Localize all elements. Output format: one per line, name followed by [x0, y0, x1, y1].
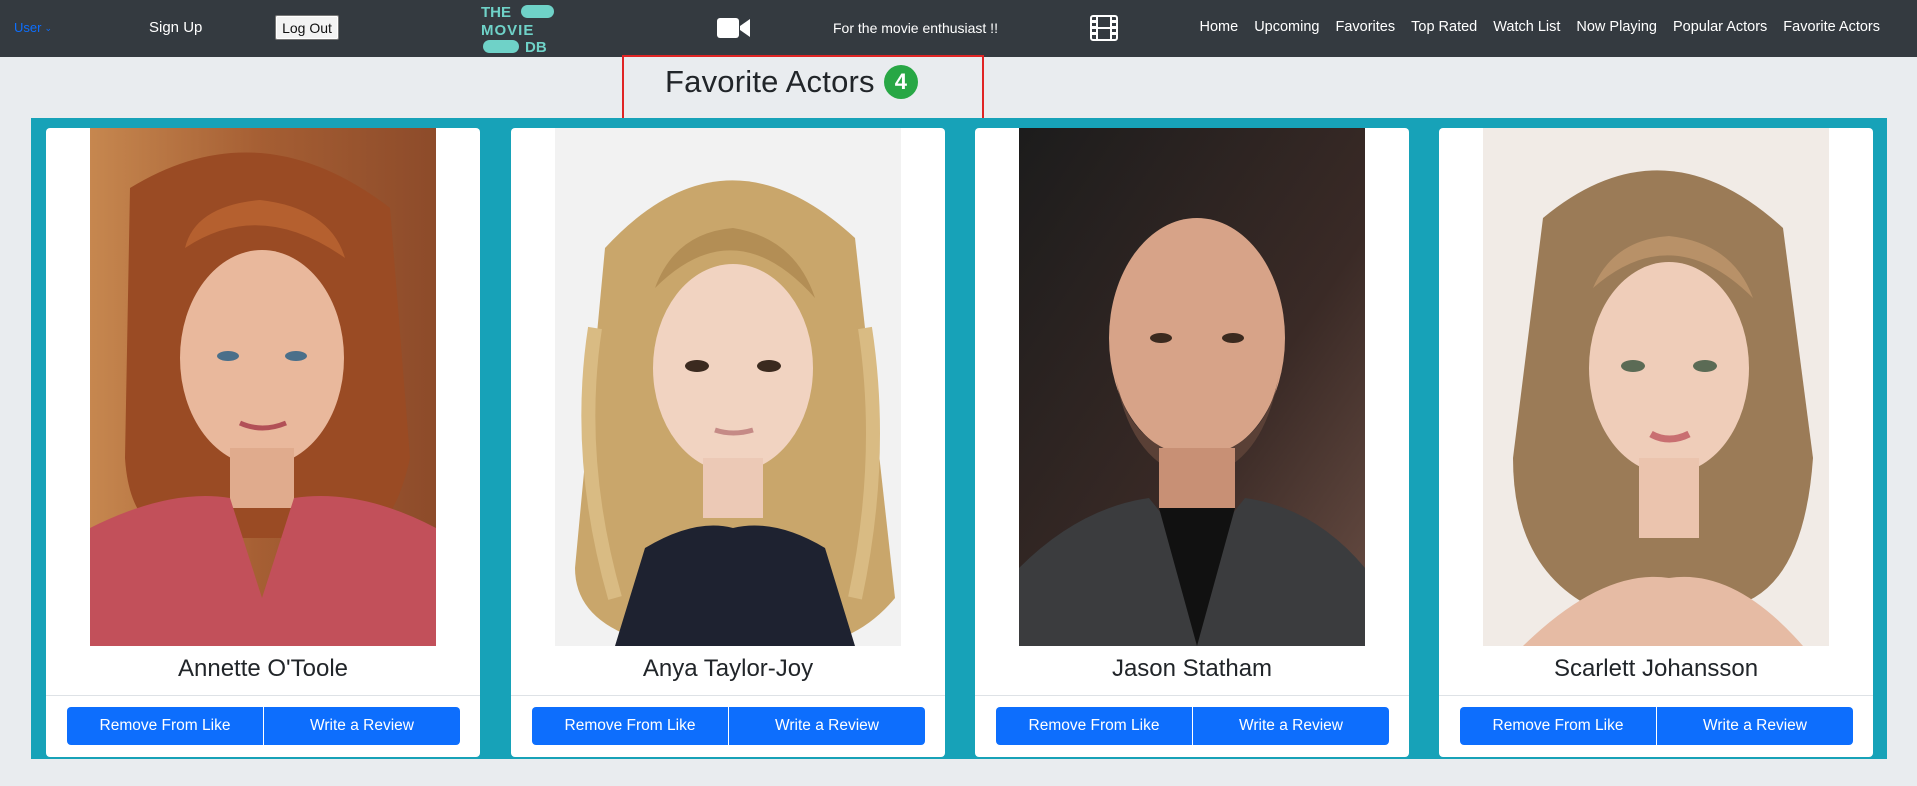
nav-link-now-playing[interactable]: Now Playing	[1576, 19, 1657, 35]
film-strip-icon	[1090, 15, 1118, 41]
nav-links: Home Upcoming Favorites Top Rated Watch …	[1200, 19, 1880, 35]
remove-from-like-button[interactable]: Remove From Like	[532, 707, 728, 745]
actor-cards-panel: Annette O'Toole Remove From Like Write a…	[31, 118, 1887, 759]
navbar: User ⌄ Sign Up Log Out THE MOVIE DB For …	[0, 0, 1917, 57]
nav-link-watch-list[interactable]: Watch List	[1493, 19, 1560, 35]
signup-link[interactable]: Sign Up	[149, 19, 202, 36]
actor-card: Scarlett Johansson Remove From Like Writ…	[1439, 128, 1873, 757]
nav-link-favorites[interactable]: Favorites	[1335, 19, 1395, 35]
remove-from-like-button[interactable]: Remove From Like	[67, 707, 263, 745]
actor-name: Annette O'Toole	[177, 655, 349, 682]
user-dropdown-label: User	[14, 20, 42, 35]
actor-name: Scarlett Johansson	[1553, 655, 1759, 682]
actor-card: Anya Taylor-Joy Remove From Like Write a…	[511, 128, 945, 757]
actor-card: Jason Statham Remove From Like Write a R…	[975, 128, 1409, 757]
nav-link-home[interactable]: Home	[1200, 19, 1239, 35]
tagline: For the movie enthusiast !!	[833, 20, 998, 36]
card-divider	[511, 695, 945, 696]
logo-text-movie: MOVIE	[481, 22, 534, 39]
logo-text-the: THE	[481, 4, 511, 21]
logout-button[interactable]: Log Out	[275, 15, 339, 40]
chevron-down-icon: ⌄	[44, 23, 52, 33]
write-review-button[interactable]: Write a Review	[1193, 707, 1389, 745]
user-dropdown[interactable]: User ⌄	[14, 20, 52, 35]
actor-photo[interactable]	[1483, 128, 1829, 646]
remove-from-like-button[interactable]: Remove From Like	[996, 707, 1192, 745]
write-review-button[interactable]: Write a Review	[1657, 707, 1853, 745]
actor-card: Annette O'Toole Remove From Like Write a…	[46, 128, 480, 757]
write-review-button[interactable]: Write a Review	[264, 707, 460, 745]
video-camera-icon	[717, 18, 750, 38]
actor-photo[interactable]	[1019, 128, 1365, 646]
nav-link-upcoming[interactable]: Upcoming	[1254, 19, 1319, 35]
actor-name: Jason Statham	[1111, 655, 1273, 682]
card-divider	[1439, 695, 1873, 696]
nav-link-favorite-actors[interactable]: Favorite Actors	[1783, 19, 1880, 35]
card-divider	[46, 695, 480, 696]
actor-name: Anya Taylor-Joy	[642, 655, 814, 682]
write-review-button[interactable]: Write a Review	[729, 707, 925, 745]
logo-text-db: DB	[525, 39, 547, 54]
remove-from-like-button[interactable]: Remove From Like	[1460, 707, 1656, 745]
card-divider	[975, 695, 1409, 696]
nav-link-popular-actors[interactable]: Popular Actors	[1673, 19, 1767, 35]
actor-photo[interactable]	[90, 128, 436, 646]
nav-link-top-rated[interactable]: Top Rated	[1411, 19, 1477, 35]
tmdb-logo[interactable]: THE MOVIE DB	[481, 2, 555, 54]
actor-photo[interactable]	[555, 128, 901, 646]
